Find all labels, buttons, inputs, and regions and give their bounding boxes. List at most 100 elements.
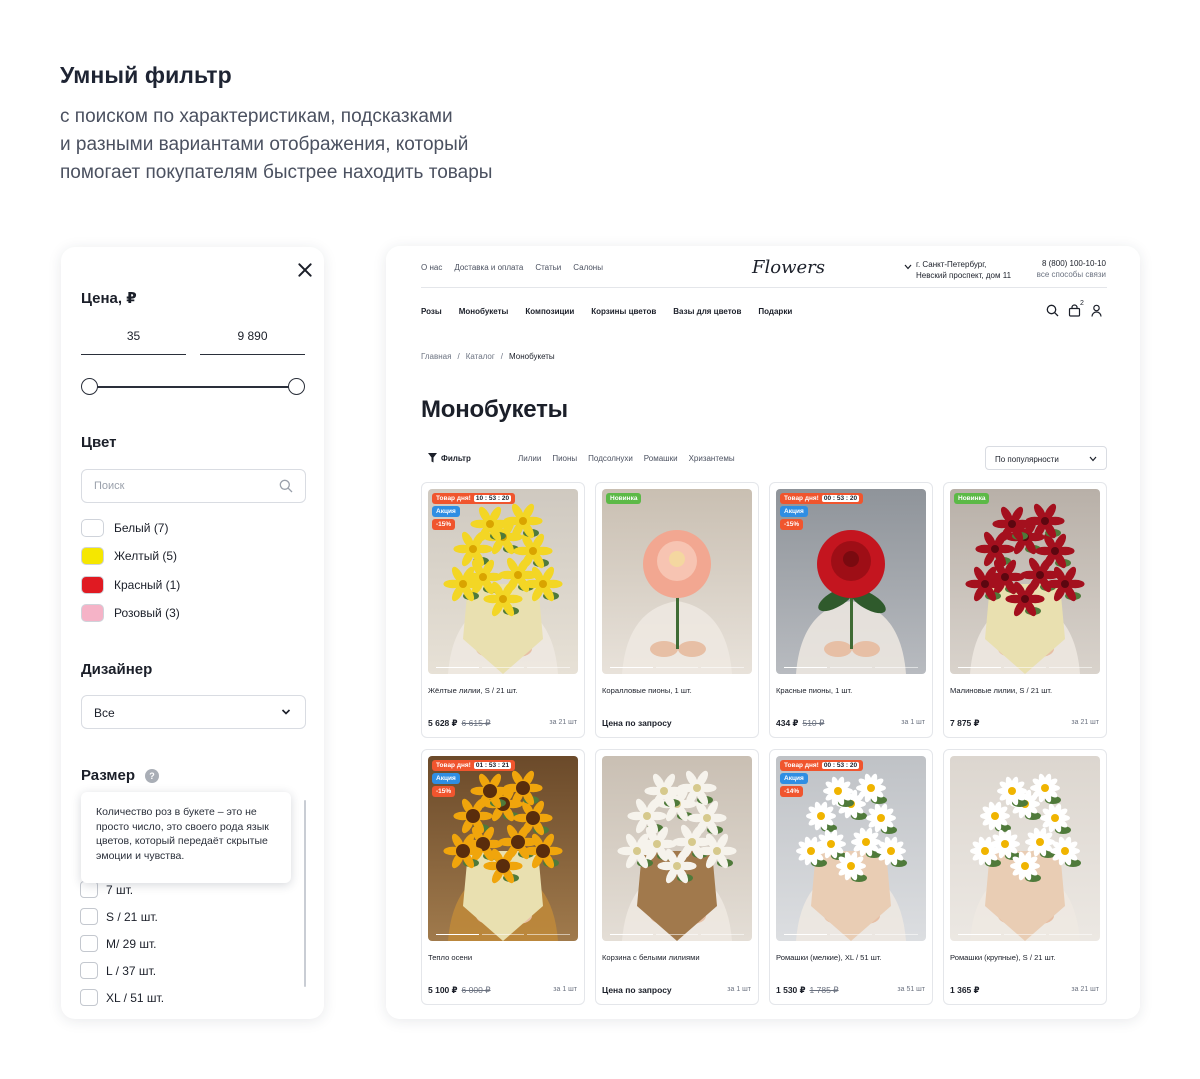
price-min-input[interactable]: 35 — [81, 329, 186, 355]
user-icon[interactable] — [1090, 304, 1103, 317]
color-option[interactable]: Белый (7) — [81, 518, 168, 538]
color-search-input[interactable]: Поиск — [81, 469, 306, 503]
product-name[interactable]: Корзина с белыми лилиями — [602, 953, 700, 962]
nav-item-vases[interactable]: Вазы для цветов — [673, 307, 741, 316]
pager-dot[interactable] — [527, 666, 571, 668]
help-icon[interactable]: ? — [145, 769, 159, 783]
pager-dot[interactable] — [527, 933, 571, 935]
product-image[interactable] — [602, 756, 752, 941]
top-link[interactable]: О нас — [421, 263, 442, 272]
image-pager[interactable] — [610, 666, 745, 668]
nav-item-compositions[interactable]: Композиции — [525, 307, 574, 316]
image-pager[interactable] — [784, 666, 919, 668]
size-checkbox[interactable] — [80, 962, 98, 979]
product-image[interactable]: Новинка — [950, 489, 1100, 674]
product-name[interactable]: Красные пионы, 1 шт. — [776, 686, 852, 695]
sort-select[interactable]: По популярности — [985, 446, 1107, 470]
product-card[interactable]: Товар дня! 10 : 53 : 20 Акция -15% Жёлтые ли… — [421, 482, 585, 738]
color-swatch[interactable] — [81, 519, 104, 537]
pager-dot[interactable] — [829, 666, 873, 668]
color-swatch[interactable] — [81, 604, 104, 622]
top-link[interactable]: Статьи — [535, 263, 561, 272]
product-photo[interactable] — [950, 489, 1100, 674]
price-range-min-handle[interactable] — [81, 378, 98, 395]
pager-dot[interactable] — [655, 666, 699, 668]
size-option[interactable]: S / 21 шт. — [80, 908, 158, 925]
color-option[interactable]: Желтый (5) — [81, 546, 177, 566]
product-name[interactable]: Ромашки (крупные), S / 21 шт. — [950, 953, 1055, 962]
pager-dot[interactable] — [1049, 666, 1093, 668]
price-max-input[interactable]: 9 890 — [200, 329, 305, 355]
image-pager[interactable] — [436, 933, 571, 935]
size-checkbox[interactable] — [80, 935, 98, 952]
size-option[interactable]: L / 37 шт. — [80, 962, 156, 979]
pager-dot[interactable] — [829, 933, 873, 935]
nav-item-monobouquets[interactable]: Монобукеты — [459, 307, 509, 316]
pager-dot[interactable] — [436, 933, 479, 935]
product-name[interactable]: Жёлтые лилии, S / 21 шт. — [428, 686, 518, 695]
quick-filter-chip[interactable]: Пионы — [552, 454, 577, 463]
close-icon[interactable] — [297, 262, 313, 278]
color-swatch[interactable] — [81, 547, 104, 565]
quick-filter-chip[interactable]: Лилии — [518, 454, 541, 463]
pager-dot[interactable] — [655, 933, 699, 935]
pager-dot[interactable] — [875, 666, 919, 668]
pager-dot[interactable] — [701, 666, 745, 668]
product-image[interactable]: Товар дня! 00 : 53 : 20 Акция -15% — [776, 489, 926, 674]
pager-dot[interactable] — [784, 933, 827, 935]
scrollbar[interactable] — [304, 800, 306, 987]
pager-dot[interactable] — [610, 933, 653, 935]
pager-dot[interactable] — [436, 666, 479, 668]
size-checkbox[interactable] — [80, 908, 98, 925]
search-icon[interactable] — [1046, 304, 1059, 317]
product-card[interactable]: Товар дня! 00 : 53 : 20 Акция -14% Ромашки (… — [769, 749, 933, 1005]
pager-dot[interactable] — [481, 666, 525, 668]
pager-dot[interactable] — [958, 933, 1001, 935]
product-image[interactable]: Товар дня! 00 : 53 : 20 Акция -14% — [776, 756, 926, 941]
pager-dot[interactable] — [1003, 666, 1047, 668]
product-photo[interactable] — [950, 756, 1100, 941]
filter-button[interactable]: Фильтр — [428, 453, 471, 463]
pager-dot[interactable] — [610, 666, 653, 668]
product-card[interactable]: Новинка Коралловые пионы, 1 шт. Цена по за… — [595, 482, 759, 738]
nav-item-gifts[interactable]: Подарки — [758, 307, 792, 316]
size-option[interactable]: M/ 29 шт. — [80, 935, 156, 952]
top-link[interactable]: Салоны — [573, 263, 603, 272]
breadcrumb-link[interactable]: Главная — [421, 352, 451, 361]
logo[interactable]: Flowers — [752, 257, 825, 278]
designer-select[interactable]: Все — [81, 695, 306, 729]
quick-filter-chip[interactable]: Хризантемы — [689, 454, 735, 463]
color-swatch[interactable] — [81, 576, 104, 594]
nav-item-baskets[interactable]: Корзины цветов — [591, 307, 656, 316]
product-image[interactable]: Товар дня! 10 : 53 : 20 Акция -15% — [428, 489, 578, 674]
product-image[interactable] — [950, 756, 1100, 941]
color-option[interactable]: Розовый (3) — [81, 603, 180, 623]
image-pager[interactable] — [436, 666, 571, 668]
product-name[interactable]: Тепло осени — [428, 953, 472, 962]
product-image[interactable]: Новинка — [602, 489, 752, 674]
size-checkbox[interactable] — [80, 989, 98, 1006]
image-pager[interactable] — [958, 666, 1093, 668]
address-selector[interactable]: г. Санкт-Петербург, Невский проспект, до… — [904, 259, 1011, 281]
pager-dot[interactable] — [784, 666, 827, 668]
image-pager[interactable] — [958, 933, 1093, 935]
product-photo[interactable] — [602, 756, 752, 941]
image-pager[interactable] — [784, 933, 919, 935]
pager-dot[interactable] — [481, 933, 525, 935]
size-checkbox[interactable] — [80, 881, 98, 898]
color-option[interactable]: Красный (1) — [81, 575, 180, 595]
product-card[interactable]: Новинка Малиновые лилии, S / 21 шт. 7 875 … — [943, 482, 1107, 738]
pager-dot[interactable] — [701, 933, 745, 935]
top-link[interactable]: Доставка и оплата — [454, 263, 523, 272]
product-name[interactable]: Малиновые лилии, S / 21 шт. — [950, 686, 1052, 695]
image-pager[interactable] — [610, 933, 745, 935]
nav-item-roses[interactable]: Розы — [421, 307, 442, 316]
product-card[interactable]: Товар дня! 01 : 53 : 21 Акция -15% Тепло осе… — [421, 749, 585, 1005]
size-option[interactable]: 7 шт. — [80, 881, 133, 898]
quick-filter-chip[interactable]: Подсолнухи — [588, 454, 633, 463]
product-name[interactable]: Коралловые пионы, 1 шт. — [602, 686, 692, 695]
pager-dot[interactable] — [875, 933, 919, 935]
price-range-max-handle[interactable] — [288, 378, 305, 395]
product-photo[interactable] — [602, 489, 752, 674]
product-card[interactable]: Товар дня! 00 : 53 : 20 Акция -15% Красные п… — [769, 482, 933, 738]
